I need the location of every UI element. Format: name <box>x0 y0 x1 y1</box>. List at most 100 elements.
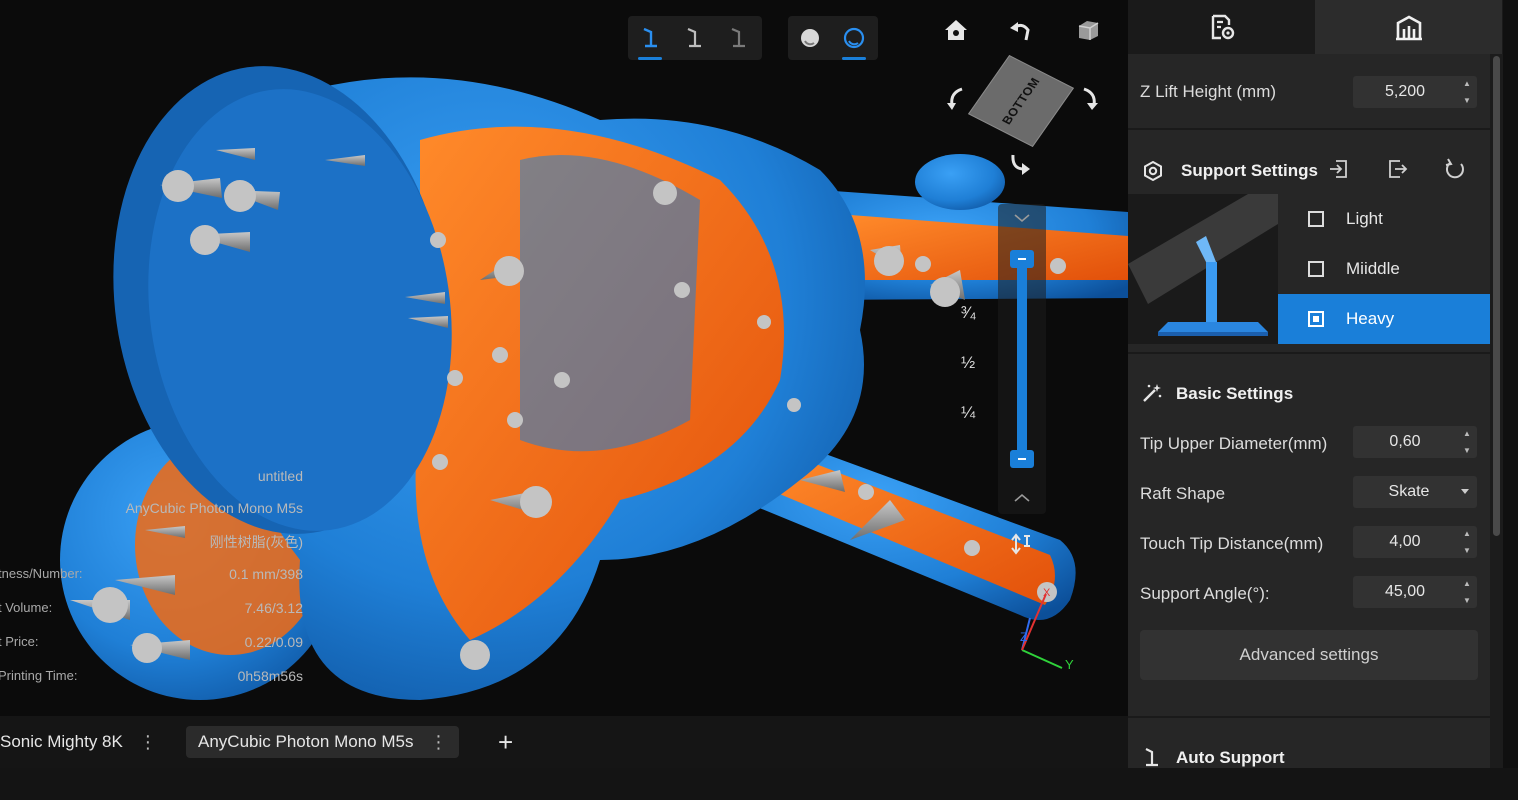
slider-mark-half: ½ <box>961 353 976 372</box>
raft-shape-value: Skate <box>1388 483 1430 500</box>
solid-shading-button[interactable] <box>788 16 832 60</box>
tab-slice-settings[interactable] <box>1128 0 1315 54</box>
spin-arrows-icon[interactable]: ▲ ▼ <box>1461 79 1473 105</box>
auto-support-title: Auto Support <box>1176 748 1285 767</box>
shading-toolbar <box>788 16 878 60</box>
home-icon <box>945 20 967 40</box>
support-view-2-button[interactable] <box>672 16 716 60</box>
printer-tab-anycubic-m5s[interactable]: AnyCubic Photon Mono M5s ⋮ <box>186 726 460 758</box>
tip-upper-diameter-input[interactable]: 0,60 ▲ ▼ <box>1353 426 1477 458</box>
solid-shading-icon <box>801 29 819 47</box>
xray-shading-button[interactable] <box>832 16 876 60</box>
info-volume-label: t Volume: <box>0 600 53 615</box>
reset-icon <box>1445 158 1464 179</box>
support-view-2-icon <box>687 27 701 48</box>
chevron-down-icon <box>1461 489 1469 494</box>
advanced-settings-button[interactable]: Advanced settings <box>1140 630 1478 680</box>
info-filename: untitled <box>257 468 303 484</box>
undo-icon <box>1010 22 1030 41</box>
z-lift-input[interactable]: 5,200 ▲ ▼ <box>1353 76 1477 108</box>
printer-tab-menu-icon[interactable]: ⋮ <box>429 732 447 753</box>
info-price-value: 0.22/0.09 <box>244 634 303 650</box>
support-settings-icon <box>1140 158 1166 184</box>
cube-icon <box>1078 21 1099 40</box>
rotate-down-button[interactable] <box>1004 146 1036 178</box>
touch-tip-distance-value: 4,00 <box>1389 533 1421 550</box>
z-lift-label: Z Lift Height (mm) <box>1140 82 1277 101</box>
spin-arrows-icon[interactable]: ▲ ▼ <box>1461 579 1473 605</box>
raft-shape-label: Raft Shape <box>1140 484 1226 503</box>
info-printer: AnyCubic Photon Mono M5s <box>125 500 303 516</box>
checkbox-checked[interactable] <box>1308 311 1324 327</box>
info-time-value: 0h58m56s <box>237 668 303 684</box>
import-icon <box>1330 160 1347 178</box>
support-settings-title: Support Settings <box>1181 161 1318 180</box>
support-view-1-button[interactable] <box>628 16 672 60</box>
3d-viewport[interactable]: BOTTOM ³⁄₄ ½ ¼ X Z Y untitled AnyCubic P… <box>0 0 1128 716</box>
touch-tip-distance-label: Touch Tip Distance(mm) <box>1140 534 1324 553</box>
rotate-right-button[interactable] <box>1072 82 1104 114</box>
support-option-heavy[interactable]: Heavy <box>1278 294 1490 344</box>
status-bar <box>0 768 1518 800</box>
spin-arrows-icon[interactable]: ▲ ▼ <box>1461 429 1473 455</box>
info-filename-row: untitled <box>0 468 303 488</box>
axis-y-label: Y <box>1065 657 1074 672</box>
info-thickness-row: tness/Number: 0.1 mm/398 <box>0 566 303 586</box>
support-view-1-icon <box>643 27 657 48</box>
rotate-left-icon <box>947 87 963 110</box>
layer-slider[interactable] <box>998 204 1046 514</box>
info-time-label: Printing Time: <box>0 668 78 683</box>
home-view-button[interactable] <box>940 14 972 46</box>
support-view-3-button[interactable] <box>716 16 760 60</box>
printer-tab-label: Sonic Mighty 8K <box>0 732 123 751</box>
info-thickness-label: tness/Number: <box>0 566 83 581</box>
cube-view-button[interactable] <box>1072 14 1104 46</box>
info-thickness-value: 0.1 mm/398 <box>229 566 303 582</box>
info-resin-row: 刚性树脂(灰色) <box>0 532 303 552</box>
support-view-3-icon <box>731 27 745 48</box>
support-settings-section: Support Settings Light Miiddle Heavy <box>1128 130 1490 352</box>
layer-slider-lower-handle[interactable] <box>1010 450 1034 468</box>
tip-upper-diameter-value: 0,60 <box>1389 433 1421 450</box>
auto-support-section: Auto Support <box>1128 718 1490 768</box>
fit-height-icon <box>1011 533 1030 555</box>
tip-upper-diameter-label: Tip Upper Diameter(mm) <box>1140 434 1328 453</box>
layer-slider-upper-handle[interactable] <box>1010 250 1034 268</box>
support-option-label: Miiddle <box>1346 259 1400 278</box>
reset-preset-button[interactable] <box>1442 156 1468 182</box>
printer-tab-sonic-mighty[interactable]: Sonic Mighty 8K ⋮ <box>0 726 157 758</box>
checkbox[interactable] <box>1308 261 1324 277</box>
info-printer-row: AnyCubic Photon Mono M5s <box>0 500 303 520</box>
support-option-label: Light <box>1346 209 1383 228</box>
printer-tab-menu-icon[interactable]: ⋮ <box>139 732 157 753</box>
touch-tip-distance-input[interactable]: 4,00 ▲ ▼ <box>1353 526 1477 558</box>
panel-scrollbar-thumb[interactable] <box>1493 56 1500 536</box>
view-cube-face-label: BOTTOM <box>998 75 1044 127</box>
fit-height-button[interactable] <box>1006 528 1038 560</box>
printer-tab-label: AnyCubic Photon Mono M5s <box>198 732 414 751</box>
xray-shading-icon <box>843 27 865 49</box>
slider-mark-three-quarters: ³⁄₄ <box>961 303 977 322</box>
tab-support[interactable] <box>1315 0 1502 54</box>
support-option-light[interactable]: Light <box>1278 194 1490 244</box>
undo-view-button[interactable] <box>1004 14 1036 46</box>
panel-scrollbar[interactable] <box>1490 54 1503 768</box>
slice-settings-icon <box>1211 14 1234 40</box>
add-printer-tab-button[interactable]: + <box>498 726 513 758</box>
rotate-left-button[interactable] <box>940 82 972 114</box>
support-preview-image <box>1128 194 1278 344</box>
support-angle-label: Support Angle(°): <box>1140 584 1270 603</box>
export-preset-button[interactable] <box>1384 156 1410 182</box>
axis-z-label: Z <box>1020 630 1028 644</box>
info-time-row: Printing Time: 0h58m56s <box>0 668 303 688</box>
spin-arrows-icon[interactable]: ▲ ▼ <box>1461 529 1473 555</box>
info-price-row: t Price: 0.22/0.09 <box>0 634 303 654</box>
import-preset-button[interactable] <box>1326 156 1352 182</box>
magic-wand-icon <box>1140 381 1164 405</box>
checkbox[interactable] <box>1308 211 1324 227</box>
export-icon <box>1389 160 1408 178</box>
raft-shape-select[interactable]: Skate <box>1353 476 1477 508</box>
support-option-middle[interactable]: Miiddle <box>1278 244 1490 294</box>
basic-settings-section: Basic Settings Tip Upper Diameter(mm) 0,… <box>1128 354 1490 716</box>
support-angle-input[interactable]: 45,00 ▲ ▼ <box>1353 576 1477 608</box>
